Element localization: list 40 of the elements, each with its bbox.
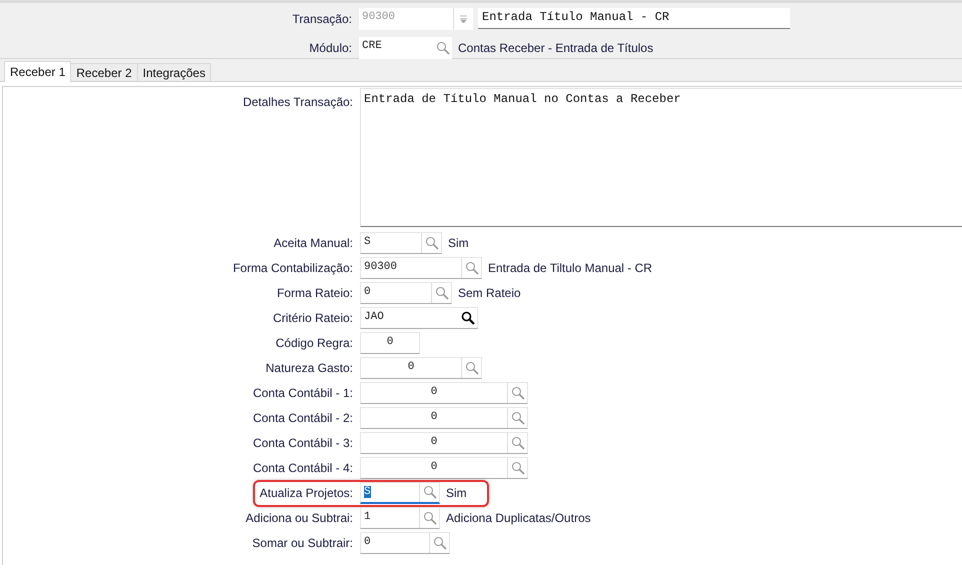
field-label: Conta Contábil - 1: — [252, 386, 354, 400]
field-description: Adiciona Duplicatas/Outros — [446, 510, 591, 524]
field-label: Natureza Gasto: — [264, 360, 354, 374]
field-label: Critério Rateio: — [272, 310, 354, 324]
field-label: Código Regra: — [274, 336, 354, 350]
input-field[interactable]: 0 — [360, 406, 528, 428]
field-description: Sim — [446, 486, 467, 500]
input-field[interactable]: 0 — [360, 432, 528, 454]
tab[interactable]: Receber 1 — [4, 61, 72, 82]
input-field[interactable]: JAO — [360, 306, 478, 328]
search-icon[interactable] — [460, 310, 474, 324]
field-label: Transação: — [291, 12, 353, 26]
input-field[interactable]: 1 — [360, 506, 440, 528]
input-field[interactable]: 90300 — [360, 256, 482, 278]
input-field[interactable]: 0 — [360, 382, 528, 404]
module-description: Contas Receber - Entrada de Títulos — [458, 40, 654, 54]
input-field[interactable]: 0 — [360, 532, 450, 554]
field-label: Atualiza Projetos: — [258, 486, 354, 500]
field-label: Conta Contábil - 2: — [252, 410, 354, 424]
field-label: Adiciona ou Subtrai: — [244, 510, 354, 524]
field-description: Entrada de Tiltulo Manual - CR — [488, 260, 652, 274]
field-label: Aceita Manual: — [272, 236, 354, 250]
input-field[interactable]: 0 — [360, 332, 420, 354]
input-field[interactable]: S — [360, 232, 442, 254]
tab[interactable]: Integrações — [136, 63, 212, 81]
input-field[interactable]: 0 — [360, 456, 528, 478]
field-label: Forma Contabilização: — [232, 260, 354, 274]
module-field[interactable]: CRE — [359, 36, 452, 58]
field-description: Sim — [448, 236, 469, 250]
field-description: Sem Rateio — [458, 286, 521, 300]
field-label: Módulo: — [308, 40, 353, 54]
input-field[interactable]: S — [360, 482, 440, 504]
field-label: Detalhes Transação: — [242, 94, 354, 111]
field-label: Conta Contábil - 3: — [252, 436, 354, 450]
field-label: Forma Rateio: — [276, 286, 354, 300]
input-field[interactable]: 0 — [360, 356, 482, 378]
field-label: Conta Contábil - 4: — [252, 460, 354, 474]
details-text-area[interactable]: Entrada de Título Manual no Contas a Receber — [360, 88, 962, 227]
input-field[interactable]: 0 — [360, 282, 452, 304]
field-label: Somar ou Subtrair: — [251, 536, 354, 550]
